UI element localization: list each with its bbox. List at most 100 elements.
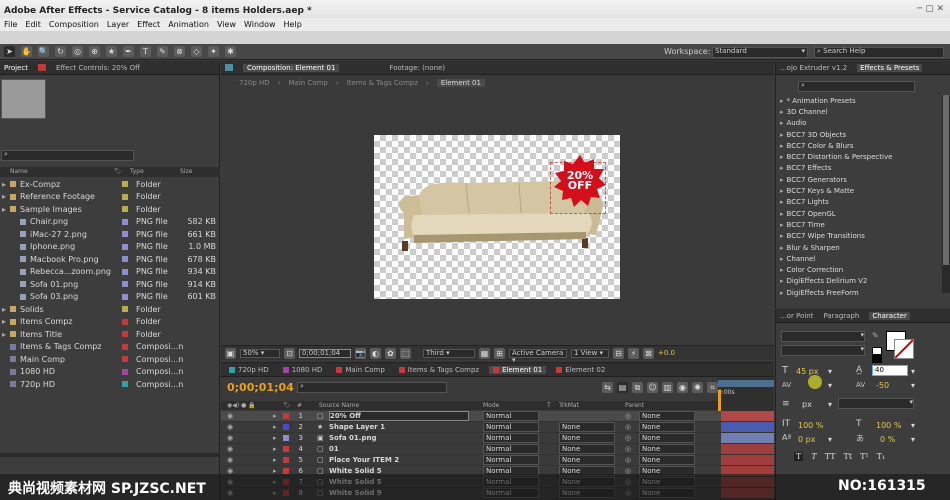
project-search-input[interactable]: ⌕ [1, 150, 134, 161]
scrollbar-thumb[interactable] [943, 95, 949, 265]
effect-category-item[interactable]: ▸ Color Correction [776, 264, 941, 275]
layer-name[interactable]: Shape Layer 1 [329, 423, 469, 431]
effects-search-input[interactable]: ⌕ [798, 81, 915, 92]
visibility-eye-icon[interactable]: ◉ [227, 489, 233, 497]
expand-arrow-icon[interactable]: ▸ [780, 97, 784, 105]
label-color-swatch[interactable] [122, 231, 128, 238]
project-item[interactable]: ▸ Items Compz Folder [0, 316, 220, 329]
label-color-swatch[interactable] [122, 218, 128, 225]
draft-3d-icon[interactable]: ⧉ [632, 381, 643, 393]
expand-arrow-icon[interactable]: ▸ [273, 445, 277, 453]
effect-category-item[interactable]: ▸ BCC7 Effects [776, 163, 941, 174]
layer-mode-dropdown[interactable]: Normal [483, 411, 539, 421]
menu-help[interactable]: Help [284, 20, 302, 29]
parent-dropdown[interactable]: None [639, 411, 695, 421]
expand-arrow-icon[interactable]: ▸ [780, 244, 784, 252]
timeline-search-input[interactable]: ⌕ [297, 381, 447, 393]
timeline-tab[interactable]: Main Comp [332, 366, 388, 374]
track-matte-dropdown[interactable]: None [559, 433, 615, 443]
clone-stamp-tool-icon[interactable]: ⊗ [174, 46, 185, 57]
expand-arrow-icon[interactable]: ▸ [780, 277, 784, 285]
expand-arrow-icon[interactable]: ▸ [780, 108, 784, 116]
layer-mode-dropdown[interactable]: Normal [483, 433, 539, 443]
white-swatch[interactable] [872, 347, 882, 355]
tab-footage[interactable]: Footage: (none) [389, 64, 445, 72]
effect-category-item[interactable]: ▸ Channel [776, 253, 941, 264]
timeline-tab[interactable]: Items & Tags Compz [395, 366, 483, 374]
pan-behind-tool-icon[interactable]: ⊕ [89, 46, 100, 57]
project-item[interactable]: Main Comp Composi...n [0, 353, 220, 366]
label-color-swatch[interactable] [283, 413, 289, 419]
visibility-eye-icon[interactable]: ◉ [227, 456, 233, 464]
font-style-dropdown[interactable]: ▾ [781, 345, 865, 356]
parent-pickwhip-icon[interactable]: ◎ [625, 412, 631, 420]
effect-category-item[interactable]: ▸ BCC7 Keys & Matte [776, 185, 941, 196]
label-color-swatch[interactable] [122, 318, 128, 325]
stroke-color-swatch[interactable] [894, 339, 914, 359]
motion-blur-icon[interactable]: ◉ [677, 381, 688, 393]
black-swatch[interactable] [872, 355, 882, 363]
expand-arrow-icon[interactable]: ▸ [2, 205, 10, 214]
camera-tool-icon[interactable]: ◎ [72, 46, 83, 57]
expand-arrow-icon[interactable]: ▸ [780, 142, 784, 150]
label-color-swatch[interactable] [122, 381, 128, 388]
expand-arrow-icon[interactable]: ▸ [273, 489, 277, 497]
chevron-down-icon[interactable]: ▾ [828, 400, 832, 409]
time-ruler[interactable]: 0:00s [718, 378, 774, 411]
effect-category-item[interactable]: ▸ BCC7 Time [776, 219, 941, 230]
label-color-swatch[interactable] [122, 193, 128, 200]
effect-category-item[interactable]: ▸ BCC7 Wipe Transitions [776, 231, 941, 242]
baseline-shift-value[interactable]: 0 px [798, 435, 815, 444]
visibility-eye-icon[interactable]: ◉ [227, 467, 233, 475]
all-caps-button[interactable]: TT [825, 452, 836, 461]
parent-dropdown[interactable]: None [639, 488, 695, 498]
expand-arrow-icon[interactable]: ▸ [780, 187, 784, 195]
project-item[interactable]: Sofa 03.png PNG file 601 KB [0, 291, 220, 304]
expand-arrow-icon[interactable]: ▸ [2, 180, 10, 189]
expand-arrow-icon[interactable]: ▸ [273, 478, 277, 486]
show-snapshot-icon[interactable]: ◐ [370, 347, 381, 359]
visibility-eye-icon[interactable]: ◉ [227, 434, 233, 442]
effect-category-item[interactable]: ▸ BCC7 Distortion & Perspective [776, 151, 941, 162]
project-item[interactable]: Items & Tags Compz Composi...n [0, 341, 220, 354]
layer-name[interactable]: White Solid 9 [329, 489, 469, 497]
label-color-swatch[interactable] [122, 293, 128, 300]
brush-tool-icon[interactable]: ✎ [157, 46, 168, 57]
label-color-swatch[interactable] [122, 206, 128, 213]
label-color-swatch[interactable] [122, 256, 128, 263]
tab-anchor-point[interactable]: ...or Point [780, 312, 813, 320]
zoom-dropdown[interactable]: 50% ▾ [240, 348, 280, 358]
breadcrumb-item[interactable]: Main Comp [289, 79, 328, 87]
label-color-swatch[interactable] [283, 490, 289, 496]
eyedropper-icon[interactable]: ✎ [872, 331, 879, 340]
chevron-down-icon[interactable]: ▾ [911, 421, 915, 430]
project-item[interactable]: ▸ Sample Images Folder [0, 203, 220, 216]
roto-brush-tool-icon[interactable]: ✦ [208, 46, 219, 57]
expand-arrow-icon[interactable]: ▸ [273, 434, 277, 442]
label-color-swatch[interactable] [283, 435, 289, 441]
menu-composition[interactable]: Composition [49, 20, 99, 29]
track-matte-dropdown[interactable]: None [559, 488, 615, 498]
expand-arrow-icon[interactable]: ▸ [780, 198, 784, 206]
expand-arrow-icon[interactable]: ▸ [2, 317, 10, 326]
expand-arrow-icon[interactable]: ▸ [780, 221, 784, 229]
tab-effect-controls[interactable]: Effect Controls: 20% Off [56, 64, 140, 72]
label-color-swatch[interactable] [122, 181, 128, 188]
zoom-tool-icon[interactable]: 🔍 [38, 46, 49, 57]
layer-duration-bar[interactable] [721, 455, 774, 465]
visibility-eye-icon[interactable]: ◉ [227, 445, 233, 453]
shy-icon[interactable]: ☺ [647, 381, 658, 393]
expand-arrow-icon[interactable]: ▸ [2, 330, 10, 339]
effects-scrollbar[interactable] [942, 95, 950, 293]
effect-category-item[interactable]: ▸ Audio [776, 118, 941, 129]
expand-arrow-icon[interactable]: ▸ [780, 119, 784, 127]
expand-arrow-icon[interactable]: ▸ [273, 456, 277, 464]
chevron-down-icon[interactable]: ▾ [911, 381, 915, 390]
frame-blending-icon[interactable]: ▥ [662, 381, 673, 393]
menu-file[interactable]: File [4, 20, 17, 29]
parent-dropdown[interactable]: None [639, 455, 695, 465]
search-help-field[interactable]: ⌕ Search Help [814, 47, 944, 58]
effect-category-item[interactable]: ▸ BCC7 Lights [776, 197, 941, 208]
expand-arrow-icon[interactable]: ▸ [780, 131, 784, 139]
parent-pickwhip-icon[interactable]: ◎ [625, 456, 631, 464]
